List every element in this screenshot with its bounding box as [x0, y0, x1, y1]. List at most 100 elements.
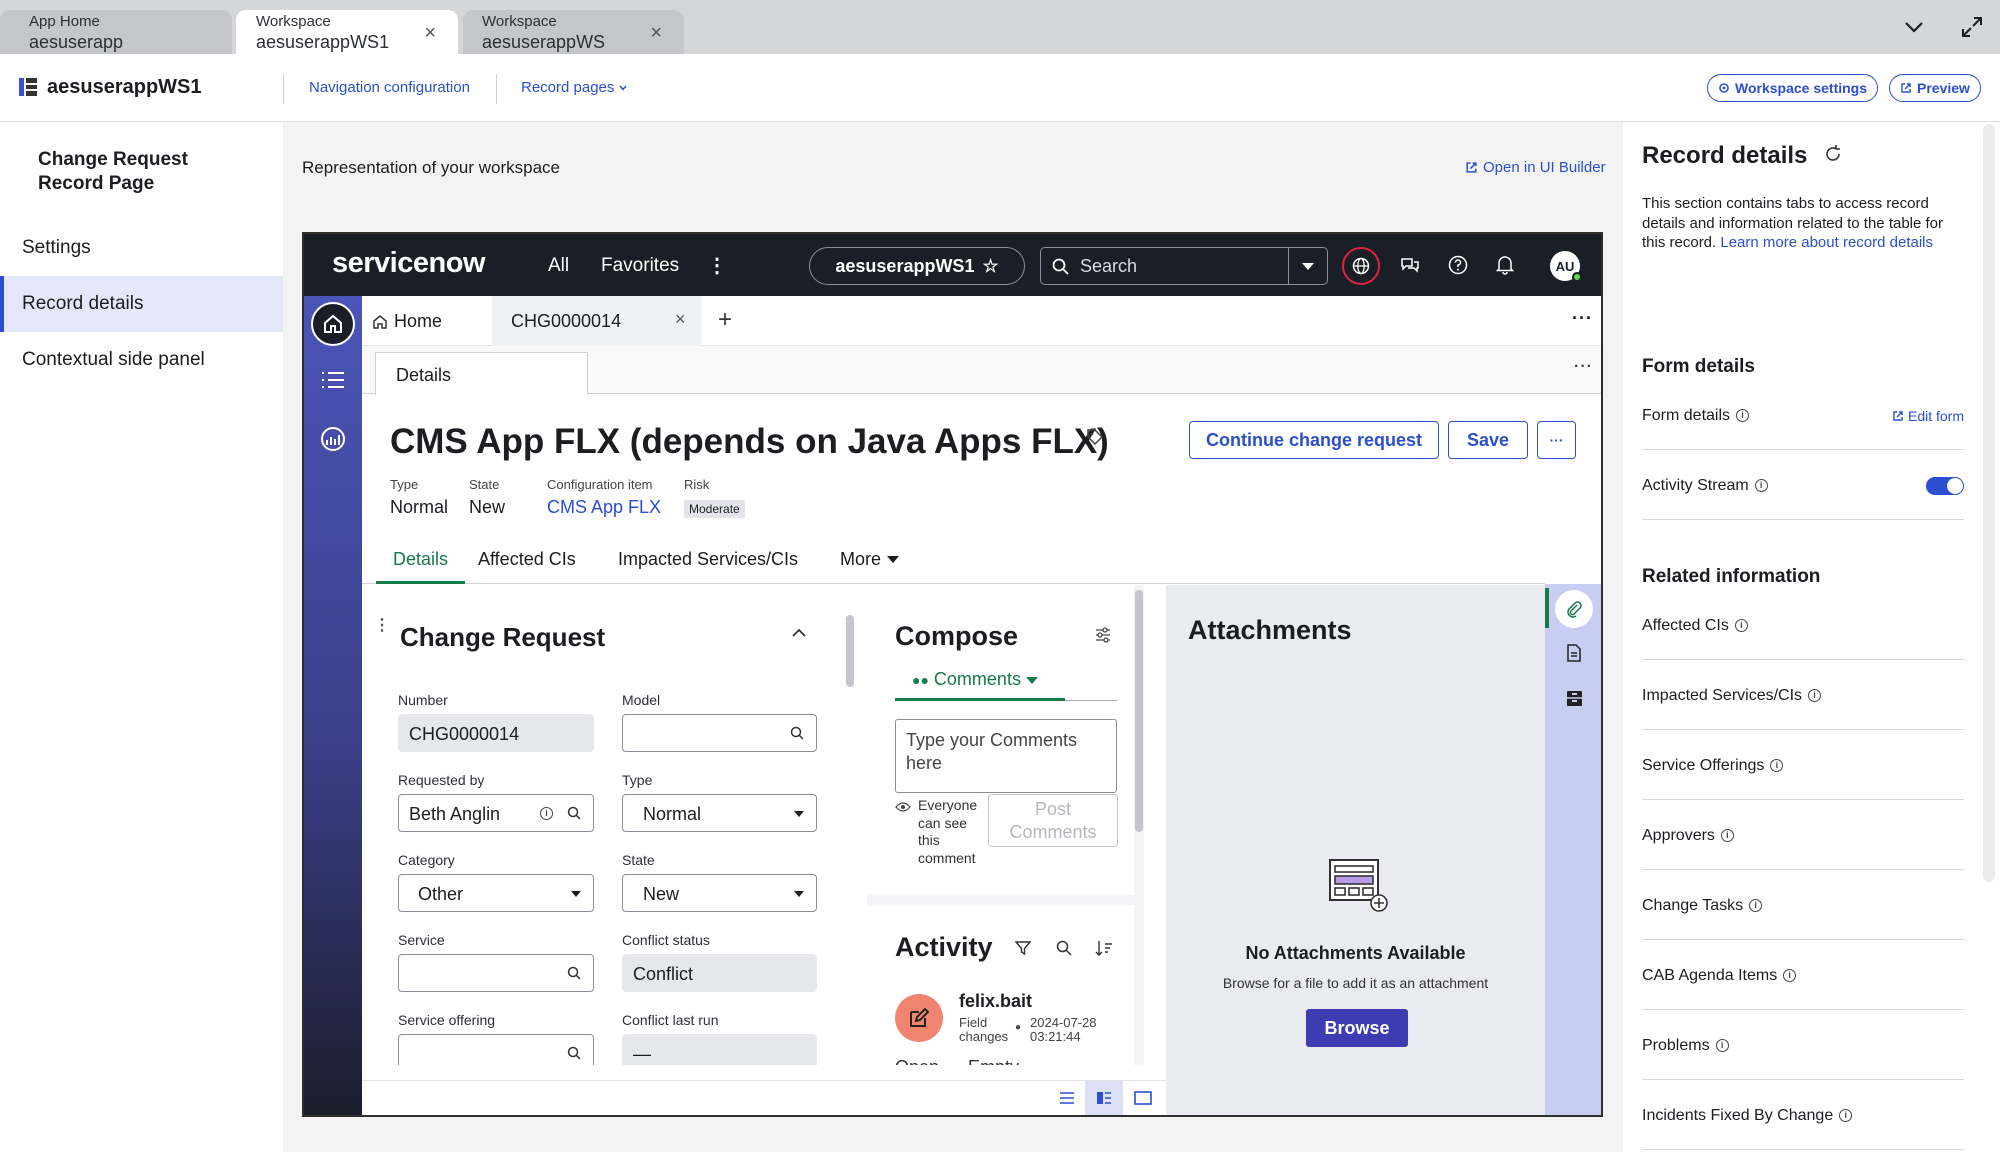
compose-scrollbar[interactable]	[1135, 590, 1143, 832]
info-icon[interactable]: i	[1770, 759, 1784, 772]
more-vertical-icon[interactable]: ⋮	[707, 253, 727, 278]
tab-home[interactable]: Home	[372, 311, 442, 332]
state-select[interactable]: New	[622, 874, 817, 912]
info-icon[interactable]: i	[1783, 969, 1797, 982]
browser-tab-workspace-ws[interactable]: Workspace aesuserappWS ×	[463, 10, 684, 54]
tab-record[interactable]: CHG0000014 ×	[492, 296, 702, 346]
navigation-configuration-link[interactable]: Navigation configuration	[309, 79, 470, 96]
search-icon[interactable]	[790, 726, 804, 740]
meta-ci-link[interactable]: CMS App FLX	[547, 497, 661, 518]
more-actions-button[interactable]: ···	[1537, 421, 1576, 459]
save-button[interactable]: Save	[1448, 421, 1528, 459]
search-icon[interactable]	[567, 966, 581, 980]
nav-favorites[interactable]: Favorites	[601, 255, 679, 277]
settings-sliders-icon[interactable]	[1094, 626, 1112, 644]
activity-stream-toggle[interactable]	[1926, 476, 1964, 495]
paperclip-icon[interactable]	[1555, 590, 1593, 628]
sort-icon[interactable]	[1095, 940, 1113, 956]
conflict-status-field[interactable]: Conflict	[622, 954, 817, 992]
number-field[interactable]: CHG0000014	[398, 714, 594, 752]
related-item-approvers[interactable]: Approvers i	[1642, 800, 1964, 870]
search-icon[interactable]	[567, 806, 581, 820]
tag-icon[interactable]	[1086, 428, 1104, 446]
globe-icon[interactable]	[1342, 247, 1380, 285]
close-icon[interactable]: ×	[675, 309, 686, 330]
workspace-pill[interactable]: aesuserappWS1 ☆	[809, 247, 1025, 285]
info-icon[interactable]: i	[1839, 1109, 1853, 1122]
bell-icon[interactable]	[1496, 255, 1514, 275]
list-icon[interactable]	[321, 371, 345, 389]
related-item-cab-agenda-items[interactable]: CAB Agenda Items i	[1642, 940, 1964, 1010]
service-offering-field[interactable]	[398, 1034, 594, 1065]
info-icon[interactable]: i	[1715, 1039, 1729, 1052]
tab-more[interactable]: More	[840, 549, 900, 570]
post-comments-button[interactable]: Post Comments	[988, 794, 1118, 847]
more-horizontal-icon[interactable]: ···	[1574, 358, 1593, 376]
tab-affected-cis[interactable]: Affected CIs	[478, 549, 576, 570]
chat-icon[interactable]	[1400, 256, 1420, 274]
info-icon[interactable]: i	[540, 807, 553, 820]
browser-tab-workspace-ws1[interactable]: Workspace aesuserappWS1 ×	[236, 10, 458, 54]
workspace-settings-button[interactable]: Workspace settings	[1707, 74, 1879, 102]
learn-more-link[interactable]: Learn more about record details	[1720, 234, 1933, 251]
search-icon[interactable]	[1056, 940, 1072, 956]
continue-change-request-button[interactable]: Continue change request	[1189, 421, 1439, 459]
collapse-icon[interactable]	[791, 627, 807, 639]
help-icon[interactable]	[1448, 255, 1468, 275]
info-icon[interactable]: i	[1749, 899, 1763, 912]
global-search[interactable]: Search	[1040, 247, 1328, 285]
filter-icon[interactable]	[1015, 940, 1031, 956]
tab-impacted-services[interactable]: Impacted Services/CIs	[618, 549, 798, 570]
document-icon[interactable]	[1566, 644, 1582, 662]
related-item-problems[interactable]: Problems i	[1642, 1010, 1964, 1080]
info-icon[interactable]: i	[1808, 689, 1822, 702]
nav-all[interactable]: All	[548, 255, 569, 277]
nav-item-settings[interactable]: Settings	[0, 220, 283, 276]
model-field[interactable]	[622, 714, 817, 752]
chevron-down-icon[interactable]	[1903, 16, 1925, 38]
record-pages-menu[interactable]: Record pages	[521, 79, 628, 96]
conflict-last-run-field[interactable]: —	[622, 1034, 817, 1065]
form-scrollbar[interactable]	[846, 615, 854, 687]
info-icon[interactable]: i	[1734, 619, 1748, 632]
full-view-icon[interactable]	[1134, 1091, 1152, 1105]
open-ui-builder-link[interactable]: Open in UI Builder	[1465, 159, 1606, 176]
archive-icon[interactable]	[1566, 690, 1583, 707]
requested-by-field[interactable]: Beth Anglin i	[398, 794, 594, 832]
related-item-change-tasks[interactable]: Change Tasks i	[1642, 870, 1964, 940]
refresh-icon[interactable]	[1823, 144, 1843, 164]
more-horizontal-icon[interactable]: ···	[1572, 308, 1593, 329]
edit-form-link[interactable]: Edit form	[1892, 408, 1964, 424]
subtab-details[interactable]: Details	[375, 352, 588, 395]
tab-details[interactable]: Details	[376, 534, 466, 584]
preview-button[interactable]: Preview	[1889, 74, 1981, 102]
star-icon[interactable]: ☆	[982, 256, 998, 277]
expand-icon[interactable]	[1960, 15, 1984, 39]
browser-tab-app-home[interactable]: App Home aesuserapp	[0, 10, 232, 54]
related-item-affected-cis[interactable]: Affected CIs i	[1642, 590, 1964, 660]
nav-item-contextual-side-panel[interactable]: Contextual side panel	[0, 332, 283, 388]
browse-button[interactable]: Browse	[1306, 1009, 1408, 1047]
related-item-service-offerings[interactable]: Service Offerings i	[1642, 730, 1964, 800]
home-icon[interactable]	[311, 302, 355, 346]
info-icon[interactable]: i	[1754, 479, 1768, 492]
comments-tab[interactable]: ●● Comments	[895, 669, 1065, 701]
activity-user[interactable]: felix.bait	[959, 991, 1032, 1012]
close-icon[interactable]: ×	[650, 23, 662, 43]
right-panel-scrollbar[interactable]	[1983, 124, 1995, 882]
related-item-incidents-fixed[interactable]: Incidents Fixed By Change i	[1642, 1080, 1964, 1150]
comment-textarea[interactable]: Type your Comments here	[895, 719, 1117, 793]
close-icon[interactable]: ×	[424, 23, 436, 43]
add-tab-icon[interactable]: +	[718, 306, 732, 334]
drag-handle-icon[interactable]: ⋮	[374, 615, 390, 635]
type-select[interactable]: Normal	[622, 794, 817, 832]
dashboard-icon[interactable]	[320, 426, 346, 452]
nav-item-record-details[interactable]: Record details	[0, 276, 283, 332]
avatar[interactable]: AU	[1550, 251, 1582, 282]
list-view-icon[interactable]	[1059, 1091, 1075, 1105]
related-item-impacted-services[interactable]: Impacted Services/CIs i	[1642, 660, 1964, 730]
search-scope-dropdown-icon[interactable]	[1302, 263, 1314, 270]
search-icon[interactable]	[567, 1046, 581, 1060]
service-field[interactable]	[398, 954, 594, 992]
info-icon[interactable]: i	[1736, 409, 1750, 422]
